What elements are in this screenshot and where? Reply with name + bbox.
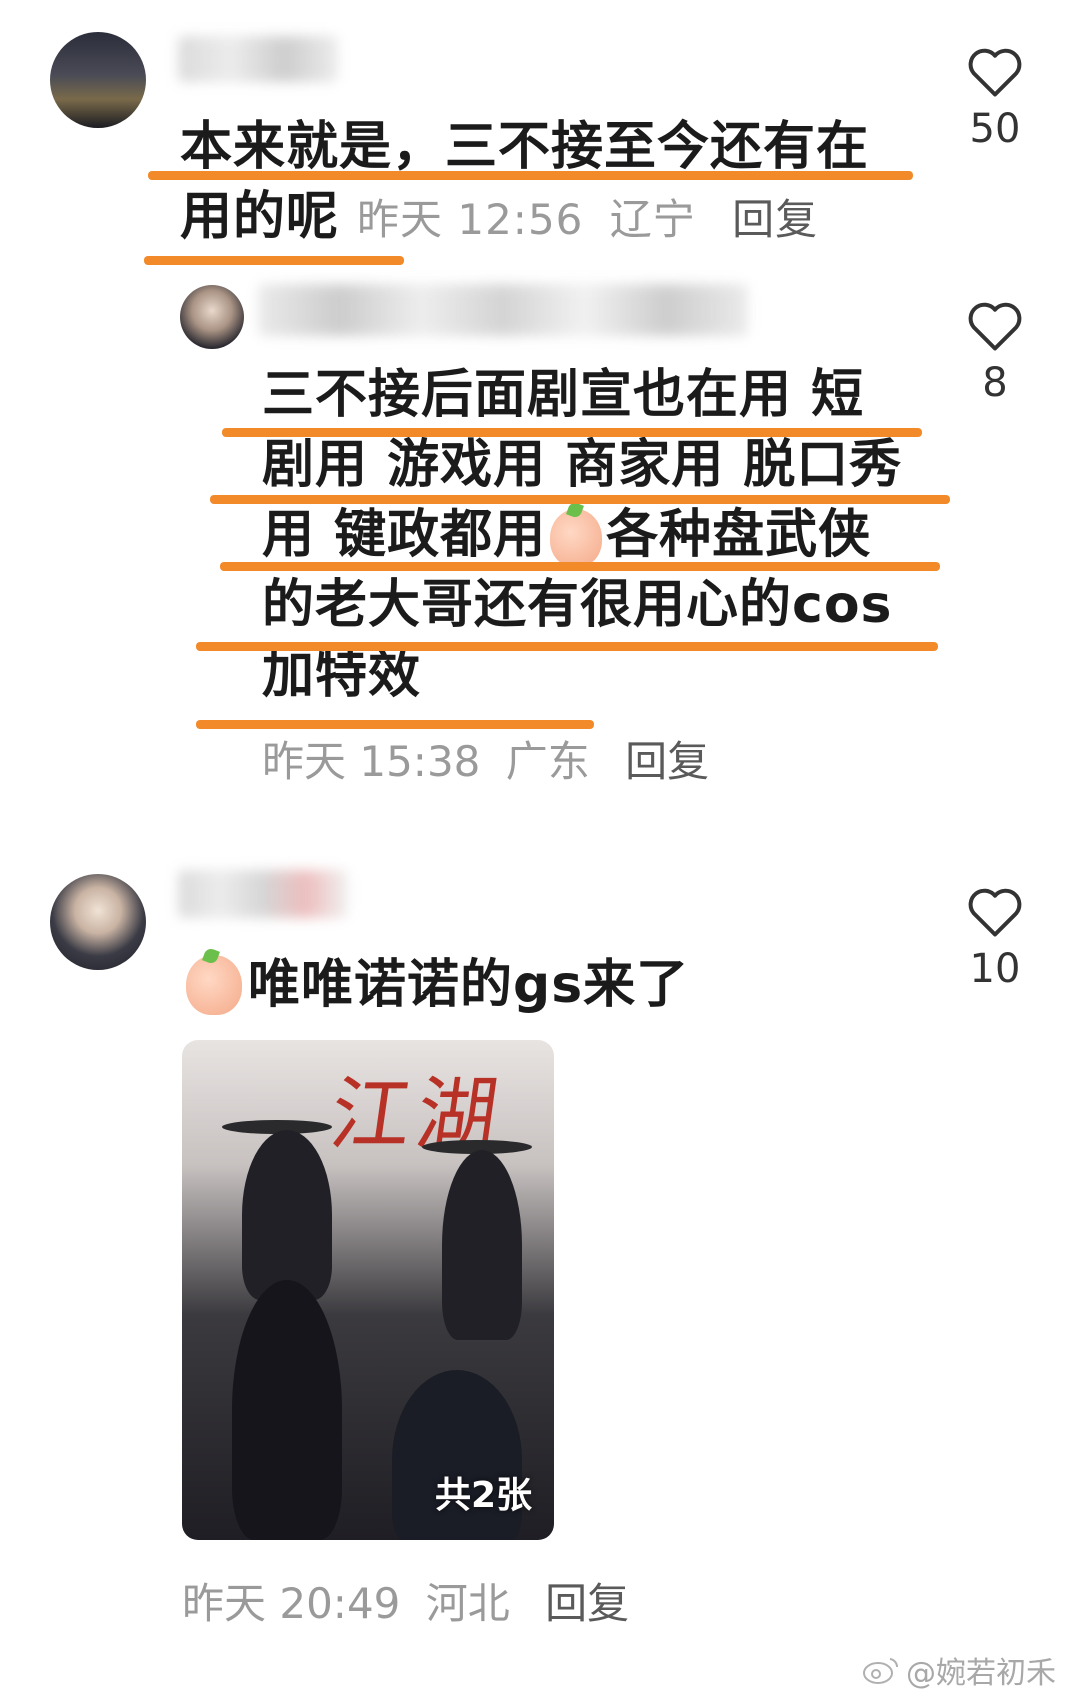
avatar[interactable] [50,874,146,970]
highlight-underline [220,562,940,571]
emoji-peach-icon [186,955,242,1015]
heart-outline-icon [968,48,1022,97]
watermark: @婉若初禾 [862,1648,1056,1692]
highlight-underline [144,256,404,265]
comment-meta: 昨天 15:38 广东 回复 [262,737,710,786]
highlight-underline [210,495,950,504]
username-blurred[interactable] [178,870,348,918]
reply-button[interactable]: 回复 [545,1579,629,1628]
comment-meta: 昨天 12:56 辽宁 回复 [357,195,819,244]
image-count-badge: 共2张 [434,1475,532,1516]
heart-outline-icon [968,888,1022,937]
like-button[interactable]: 50 [950,44,1040,152]
comment-text: 唯唯诺诺的gs来了 [248,955,690,1015]
reply-button[interactable]: 回复 [625,737,709,786]
like-button[interactable]: 10 [950,884,1040,992]
avatar[interactable] [50,32,146,128]
like-count: 50 [969,106,1021,152]
username-blurred[interactable] [258,284,748,336]
comment-text: 本来就是，三不接至今还有在 用的呢 昨天 12:56 辽宁 回复 [180,112,920,255]
comment-meta: 昨天 20:49 河北 回复 [182,1579,630,1628]
username-blurred[interactable] [178,36,338,82]
highlight-underline [222,428,922,437]
highlight-underline [196,642,938,651]
like-count: 8 [982,360,1008,406]
weibo-logo-icon [863,1658,899,1684]
emoji-peach-icon [550,509,603,567]
comment-text: 三不接后面剧宣也在用 短 剧用 游戏用 商家用 脱口秀 用 键政都用 各种盘武侠 … [262,365,903,705]
reply-button[interactable]: 回复 [732,195,818,244]
like-count: 10 [969,946,1021,992]
highlight-underline [148,171,913,180]
avatar[interactable] [180,285,244,349]
comment-image[interactable]: 江湖 共2张 [182,1040,554,1540]
comment-text-row: 唯唯诺诺的gs来了 [182,950,689,1020]
heart-outline-icon [968,302,1022,351]
like-button[interactable]: 8 [950,298,1040,406]
